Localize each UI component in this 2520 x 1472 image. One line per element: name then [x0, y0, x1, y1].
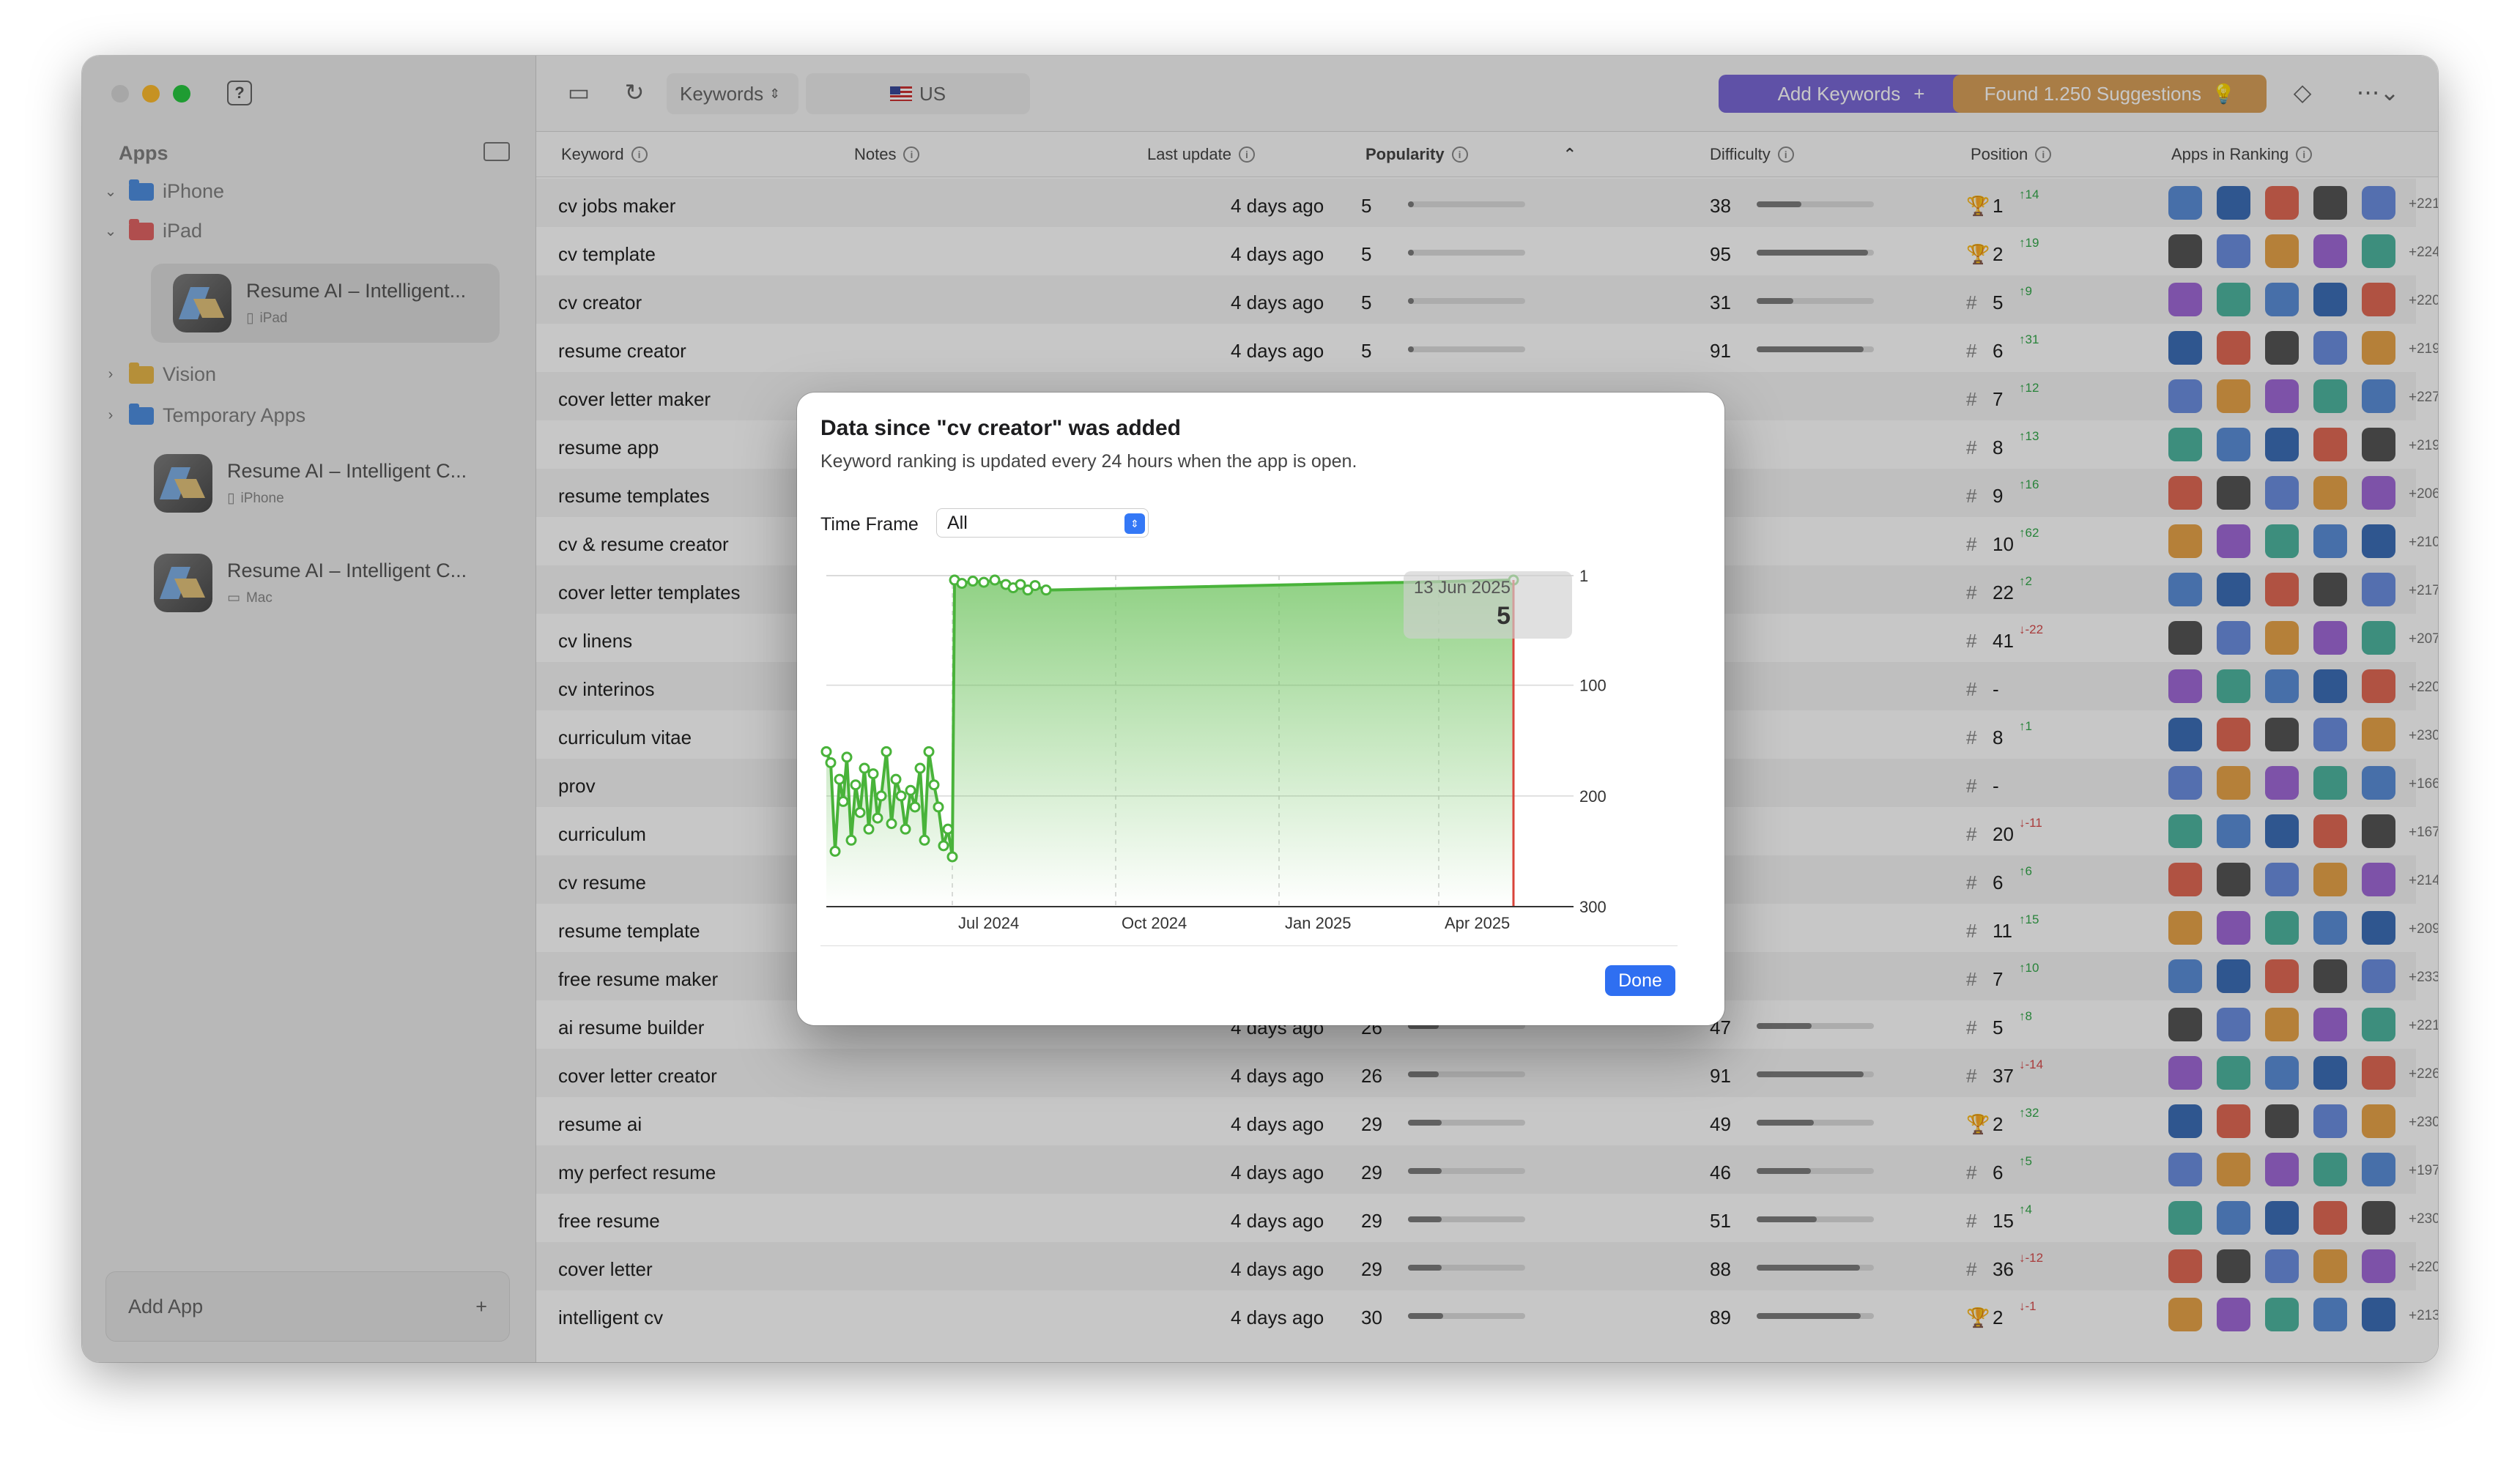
x-tick-label: Oct 2024	[1122, 914, 1187, 932]
chart-data-point[interactable]	[978, 576, 990, 588]
chart-data-point[interactable]	[1040, 584, 1052, 596]
y-tick-label: 100	[1579, 677, 1606, 695]
chart-data-point[interactable]	[956, 578, 968, 590]
chart-data-point[interactable]	[942, 823, 954, 835]
chart-data-point[interactable]	[989, 574, 1001, 586]
chart-data-point[interactable]	[1029, 580, 1041, 592]
x-tick-label: Jul 2024	[958, 914, 1019, 932]
dialog-title: Data since "cv creator" was added	[820, 416, 1181, 440]
chart-data-point[interactable]	[867, 768, 879, 780]
chart-data-point[interactable]	[834, 773, 845, 785]
chart-data-point[interactable]	[900, 823, 911, 835]
chart-data-point[interactable]	[850, 779, 861, 791]
chevron-updown-icon: ⇕	[1124, 513, 1145, 534]
chart-data-point[interactable]	[967, 576, 979, 587]
y-tick-label: 200	[1579, 787, 1606, 806]
timeframe-select[interactable]: All ⇕	[936, 508, 1149, 538]
chart-data-point[interactable]	[845, 834, 857, 846]
chart-data-point[interactable]	[859, 762, 870, 774]
timeframe-value: All	[947, 512, 968, 533]
chart-data-point[interactable]	[928, 779, 940, 791]
divider	[820, 945, 1678, 946]
dialog-subtitle: Keyword ranking is updated every 24 hour…	[820, 451, 1357, 472]
y-tick-label: 1	[1579, 567, 1588, 585]
chart-data-point[interactable]	[909, 801, 921, 813]
chart-data-point[interactable]	[886, 818, 897, 830]
chart-data-point[interactable]	[820, 746, 832, 757]
chart-data-point[interactable]	[933, 801, 944, 813]
chart-data-point[interactable]	[825, 757, 837, 768]
y-tick-label: 300	[1579, 898, 1606, 916]
chart-data-point[interactable]	[946, 851, 958, 863]
chart-data-point[interactable]	[923, 746, 935, 757]
x-tick-label: Jan 2025	[1285, 914, 1352, 932]
chart-data-point[interactable]	[872, 812, 883, 824]
ranking-chart[interactable]: 1 100 200 300 Jul 2024 Oct 2024 Jan 2025 Apr 20…	[819, 546, 1705, 949]
chart-data-point[interactable]	[919, 834, 930, 846]
chart-tooltip-value: 5	[1497, 602, 1511, 630]
chart-data-point[interactable]	[875, 790, 887, 802]
chart-data-point[interactable]	[890, 773, 902, 785]
chart-data-point[interactable]	[863, 823, 875, 835]
chart-data-point[interactable]	[829, 845, 841, 857]
chart-data-point[interactable]	[895, 790, 907, 802]
timeframe-label: Time Frame	[820, 514, 919, 535]
chart-data-point[interactable]	[881, 746, 892, 757]
chart-data-point[interactable]	[938, 840, 949, 852]
chart-tooltip-date: 13 Jun 2025	[1414, 578, 1511, 598]
chart-data-point[interactable]	[914, 762, 926, 774]
x-tick-label: Apr 2025	[1445, 914, 1510, 932]
chart-data-point[interactable]	[854, 807, 866, 819]
done-label: Done	[1618, 970, 1662, 991]
chart-data-point[interactable]	[905, 784, 916, 796]
chart-data-point[interactable]	[841, 751, 853, 763]
ranking-history-dialog: Data since "cv creator" was added Keywor…	[797, 393, 1724, 1025]
done-button[interactable]: Done	[1605, 965, 1675, 996]
chart-data-point[interactable]	[837, 795, 849, 807]
